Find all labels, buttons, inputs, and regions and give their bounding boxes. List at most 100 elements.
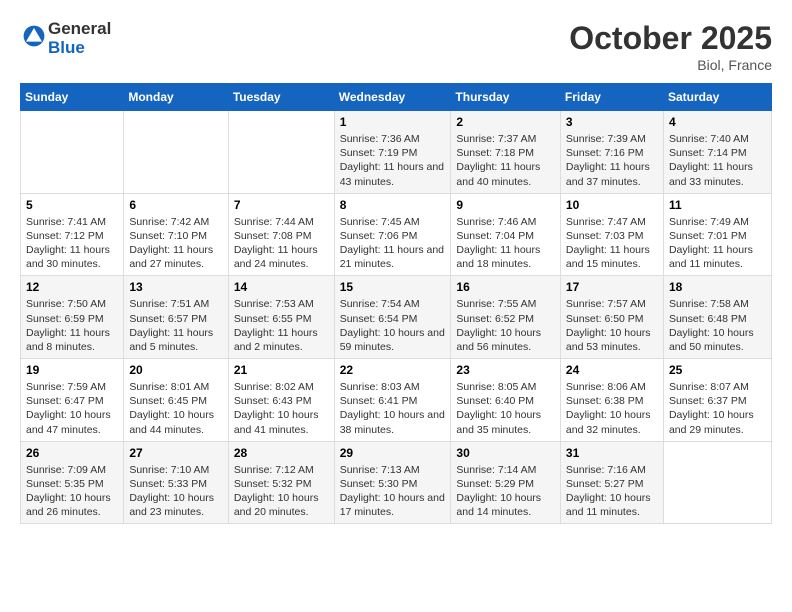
- calendar-cell: 14 Sunrise: 7:53 AMSunset: 6:55 PMDayligh…: [228, 276, 334, 359]
- day-number: 26: [26, 446, 118, 460]
- page-header: General Blue October 2025 Biol, France: [20, 20, 772, 73]
- calendar-cell: 21 Sunrise: 8:02 AMSunset: 6:43 PMDayligh…: [228, 359, 334, 442]
- calendar-table: SundayMondayTuesdayWednesdayThursdayFrid…: [20, 83, 772, 524]
- calendar-cell: 17 Sunrise: 7:57 AMSunset: 6:50 PMDayligh…: [560, 276, 663, 359]
- calendar-cell: 12 Sunrise: 7:50 AMSunset: 6:59 PMDayligh…: [21, 276, 124, 359]
- calendar-cell: 8Sunrise: 7:45 AMSunset: 7:06 PMDaylight…: [334, 193, 451, 276]
- day-number: 12: [26, 280, 118, 294]
- calendar-cell: 11 Sunrise: 7:49 AMSunset: 7:01 PMDayligh…: [663, 193, 771, 276]
- day-header-wednesday: Wednesday: [334, 84, 451, 111]
- calendar-cell: 29 Sunrise: 7:13 AMSunset: 5:30 PMDayligh…: [334, 441, 451, 524]
- calendar-cell: 6 Sunrise: 7:42 AMSunset: 7:10 PMDaylight…: [124, 193, 228, 276]
- calendar-cell: 20 Sunrise: 8:01 AMSunset: 6:45 PMDayligh…: [124, 359, 228, 442]
- calendar-cell: [663, 441, 771, 524]
- day-number: 28: [234, 446, 329, 460]
- cell-content: Sunrise: 7:14 AMSunset: 5:29 PMDaylight:…: [456, 463, 555, 520]
- day-number: 17: [566, 280, 658, 294]
- day-header-tuesday: Tuesday: [228, 84, 334, 111]
- day-number: 6: [129, 198, 222, 212]
- calendar-week-row: 19Sunrise: 7:59 AMSunset: 6:47 PMDayligh…: [21, 359, 772, 442]
- day-number: 27: [129, 446, 222, 460]
- month-title: October 2025: [569, 20, 772, 57]
- calendar-cell: 31Sunrise: 7:16 AMSunset: 5:27 PMDayligh…: [560, 441, 663, 524]
- calendar-cell: 16 Sunrise: 7:55 AMSunset: 6:52 PMDayligh…: [451, 276, 561, 359]
- day-number: 1: [340, 115, 446, 129]
- calendar-cell: 9 Sunrise: 7:46 AMSunset: 7:04 PMDaylight…: [451, 193, 561, 276]
- cell-content: Sunrise: 7:13 AMSunset: 5:30 PMDaylight:…: [340, 463, 446, 520]
- day-number: 9: [456, 198, 555, 212]
- day-number: 22: [340, 363, 446, 377]
- calendar-week-row: 5 Sunrise: 7:41 AMSunset: 7:12 PMDaylight…: [21, 193, 772, 276]
- cell-content: Sunrise: 7:53 AMSunset: 6:55 PMDaylight:…: [234, 297, 329, 354]
- calendar-cell: [124, 111, 228, 194]
- day-number: 16: [456, 280, 555, 294]
- cell-content: Sunrise: 7:51 AMSunset: 6:57 PMDaylight:…: [129, 297, 222, 354]
- calendar-cell: 4Sunrise: 7:40 AMSunset: 7:14 PMDaylight…: [663, 111, 771, 194]
- calendar-cell: 3Sunrise: 7:39 AMSunset: 7:16 PMDaylight…: [560, 111, 663, 194]
- calendar-cell: 10 Sunrise: 7:47 AMSunset: 7:03 PMDayligh…: [560, 193, 663, 276]
- cell-content: Sunrise: 7:12 AMSunset: 5:32 PMDaylight:…: [234, 463, 329, 520]
- calendar-cell: 27Sunrise: 7:10 AMSunset: 5:33 PMDayligh…: [124, 441, 228, 524]
- day-number: 30: [456, 446, 555, 460]
- calendar-cell: [21, 111, 124, 194]
- day-number: 13: [129, 280, 222, 294]
- title-block: October 2025 Biol, France: [569, 20, 772, 73]
- calendar-cell: 18 Sunrise: 7:58 AMSunset: 6:48 PMDayligh…: [663, 276, 771, 359]
- day-number: 18: [669, 280, 766, 294]
- calendar-cell: 28 Sunrise: 7:12 AMSunset: 5:32 PMDayligh…: [228, 441, 334, 524]
- day-number: 14: [234, 280, 329, 294]
- cell-content: Sunrise: 7:41 AMSunset: 7:12 PMDaylight:…: [26, 215, 118, 272]
- calendar-cell: [228, 111, 334, 194]
- day-number: 15: [340, 280, 446, 294]
- cell-content: Sunrise: 7:49 AMSunset: 7:01 PMDaylight:…: [669, 215, 766, 272]
- cell-content: Sunrise: 7:40 AMSunset: 7:14 PMDaylight:…: [669, 132, 766, 189]
- cell-content: Sunrise: 7:47 AMSunset: 7:03 PMDaylight:…: [566, 215, 658, 272]
- day-header-friday: Friday: [560, 84, 663, 111]
- cell-content: Sunrise: 7:50 AMSunset: 6:59 PMDaylight:…: [26, 297, 118, 354]
- calendar-header-row: SundayMondayTuesdayWednesdayThursdayFrid…: [21, 84, 772, 111]
- cell-content: Sunrise: 7:45 AMSunset: 7:06 PMDaylight:…: [340, 215, 446, 272]
- calendar-cell: 23 Sunrise: 8:05 AMSunset: 6:40 PMDayligh…: [451, 359, 561, 442]
- day-number: 5: [26, 198, 118, 212]
- calendar-week-row: 26Sunrise: 7:09 AMSunset: 5:35 PMDayligh…: [21, 441, 772, 524]
- cell-content: Sunrise: 7:42 AMSunset: 7:10 PMDaylight:…: [129, 215, 222, 272]
- logo: General Blue: [20, 20, 111, 57]
- cell-content: Sunrise: 7:36 AMSunset: 7:19 PMDaylight:…: [340, 132, 446, 189]
- day-number: 20: [129, 363, 222, 377]
- calendar-cell: 25 Sunrise: 8:07 AMSunset: 6:37 PMDayligh…: [663, 359, 771, 442]
- calendar-cell: 19Sunrise: 7:59 AMSunset: 6:47 PMDayligh…: [21, 359, 124, 442]
- day-number: 25: [669, 363, 766, 377]
- cell-content: Sunrise: 7:37 AMSunset: 7:18 PMDaylight:…: [456, 132, 555, 189]
- cell-content: Sunrise: 7:58 AMSunset: 6:48 PMDaylight:…: [669, 297, 766, 354]
- day-number: 11: [669, 198, 766, 212]
- cell-content: Sunrise: 8:01 AMSunset: 6:45 PMDaylight:…: [129, 380, 222, 437]
- calendar-cell: 22 Sunrise: 8:03 AMSunset: 6:41 PMDayligh…: [334, 359, 451, 442]
- calendar-cell: 2 Sunrise: 7:37 AMSunset: 7:18 PMDaylight…: [451, 111, 561, 194]
- day-header-monday: Monday: [124, 84, 228, 111]
- cell-content: Sunrise: 7:54 AMSunset: 6:54 PMDaylight:…: [340, 297, 446, 354]
- day-number: 31: [566, 446, 658, 460]
- cell-content: Sunrise: 8:05 AMSunset: 6:40 PMDaylight:…: [456, 380, 555, 437]
- calendar-cell: 13 Sunrise: 7:51 AMSunset: 6:57 PMDayligh…: [124, 276, 228, 359]
- day-number: 29: [340, 446, 446, 460]
- calendar-cell: 26Sunrise: 7:09 AMSunset: 5:35 PMDayligh…: [21, 441, 124, 524]
- calendar-cell: 30 Sunrise: 7:14 AMSunset: 5:29 PMDayligh…: [451, 441, 561, 524]
- day-number: 10: [566, 198, 658, 212]
- logo-general: General: [48, 19, 111, 38]
- day-header-saturday: Saturday: [663, 84, 771, 111]
- day-number: 23: [456, 363, 555, 377]
- cell-content: Sunrise: 7:44 AMSunset: 7:08 PMDaylight:…: [234, 215, 329, 272]
- cell-content: Sunrise: 8:07 AMSunset: 6:37 PMDaylight:…: [669, 380, 766, 437]
- cell-content: Sunrise: 7:57 AMSunset: 6:50 PMDaylight:…: [566, 297, 658, 354]
- cell-content: Sunrise: 7:55 AMSunset: 6:52 PMDaylight:…: [456, 297, 555, 354]
- day-number: 21: [234, 363, 329, 377]
- location: Biol, France: [569, 57, 772, 73]
- cell-content: Sunrise: 7:39 AMSunset: 7:16 PMDaylight:…: [566, 132, 658, 189]
- cell-content: Sunrise: 7:46 AMSunset: 7:04 PMDaylight:…: [456, 215, 555, 272]
- calendar-cell: 24Sunrise: 8:06 AMSunset: 6:38 PMDayligh…: [560, 359, 663, 442]
- cell-content: Sunrise: 8:03 AMSunset: 6:41 PMDaylight:…: [340, 380, 446, 437]
- calendar-cell: 15 Sunrise: 7:54 AMSunset: 6:54 PMDayligh…: [334, 276, 451, 359]
- day-number: 2: [456, 115, 555, 129]
- cell-content: Sunrise: 8:02 AMSunset: 6:43 PMDaylight:…: [234, 380, 329, 437]
- calendar-cell: 7Sunrise: 7:44 AMSunset: 7:08 PMDaylight…: [228, 193, 334, 276]
